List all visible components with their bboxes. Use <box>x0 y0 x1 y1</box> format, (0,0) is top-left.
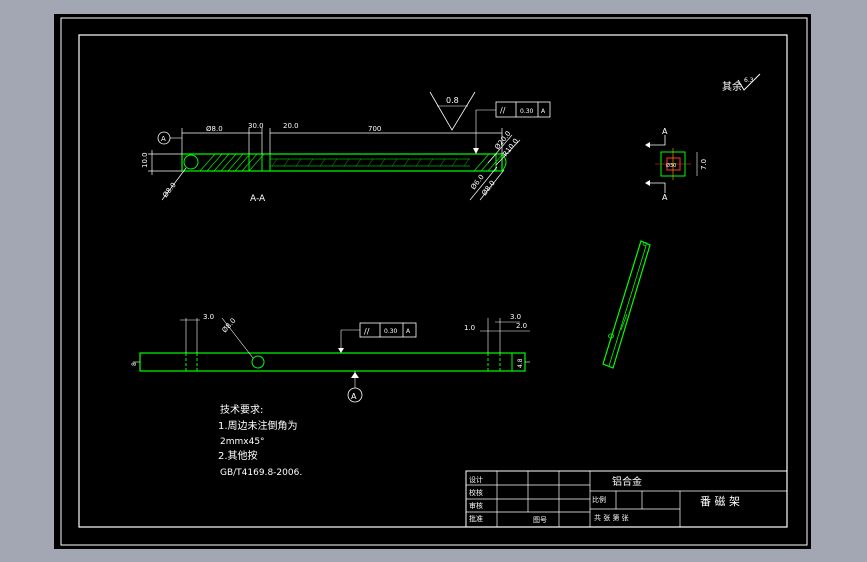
tb-approve: 批准 <box>469 514 483 523</box>
plan-right-dim-2: 2.0 <box>516 322 527 330</box>
surface-finish-value: 0.8 <box>446 96 459 105</box>
dim-length: 700 <box>368 125 381 133</box>
tb-scale: 比例 <box>592 495 606 504</box>
notes-title: 技术要求: <box>220 403 263 416</box>
drawing-sheet <box>54 14 811 549</box>
dim-height: 10.0 <box>141 152 149 168</box>
notes-line-4: GB/T4169.8-2006. <box>220 468 302 478</box>
notes-line-3: 2.其他按 <box>218 449 258 462</box>
side-width-dim: 7.0 <box>700 159 708 170</box>
dim-left-1: Ø8.0 <box>206 125 223 133</box>
dim-left-2: 30.0 <box>248 122 264 130</box>
section-marker-top: A <box>662 127 668 136</box>
section-hole <box>183 154 199 170</box>
plan-left-dim: 3.0 <box>203 313 214 321</box>
dim-left-3: 20.0 <box>283 122 299 130</box>
tb-sheets: 共 张 第 张 <box>594 513 629 522</box>
section-title: A-A <box>250 194 266 204</box>
tolerance-bottom-value: 0.30 <box>384 328 398 335</box>
tolerance-bottom-symbol: // <box>364 327 370 336</box>
plan-right-dim-1: 3.0 <box>510 313 521 321</box>
tb-part-name: 番 磁 架 <box>700 495 740 508</box>
datum-letter: A <box>161 135 166 143</box>
notes-line-1: 1.周边未注倒角为 <box>218 419 298 432</box>
roughness-other-value: 6.3 <box>744 77 754 84</box>
side-inner-label: Ø30 <box>666 162 676 169</box>
cad-drawing-canvas[interactable]: 其余 6.3 Ø8.0 30.0 20.0 700 10.0 Ø8.0 Ø20.… <box>0 0 867 562</box>
tolerance-top-symbol: // <box>500 106 506 115</box>
datum-letter-bottom: A <box>351 392 357 401</box>
tolerance-top-value: 0.30 <box>520 108 534 115</box>
notes-line-2: 2mmx45° <box>220 437 265 447</box>
tb-review: 审核 <box>469 501 483 510</box>
tb-design: 设计 <box>469 475 483 484</box>
plan-right-dim-3: 1.0 <box>464 324 475 332</box>
plan-end-dim-left: 8 <box>131 362 138 366</box>
tb-material: 铝合金 <box>612 475 642 488</box>
plan-end-dim-right: 4.8 <box>517 358 524 368</box>
tb-no-label: 图号 <box>533 516 547 524</box>
section-marker-bottom: A <box>662 193 668 202</box>
tb-check: 校核 <box>469 488 483 497</box>
